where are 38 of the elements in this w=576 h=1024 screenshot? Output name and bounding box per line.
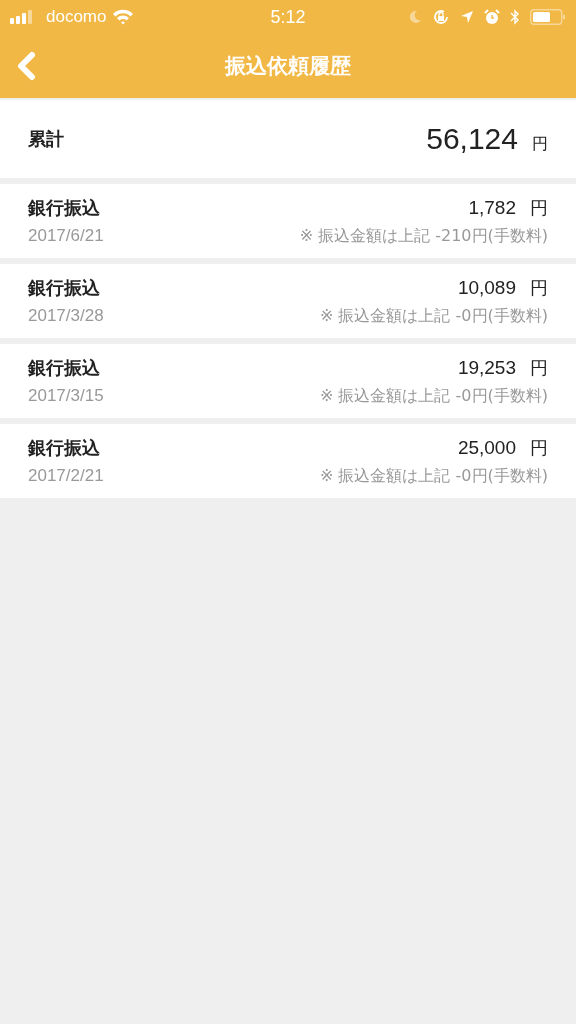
rotation-lock-icon [432,8,450,26]
total-label: 累計 [28,127,64,151]
transfer-type: 銀行振込 [28,435,100,460]
wifi-icon [112,9,135,25]
total-amount: 56,124 [426,122,518,156]
transfer-date: 2017/3/15 [28,386,104,406]
transfer-type: 銀行振込 [28,195,100,220]
back-chevron-icon[interactable] [15,51,37,81]
screen-title: 振込依頼履歴 [225,53,351,80]
battery-icon [530,9,566,25]
transfer-amount: 10,089 [457,276,516,299]
transfer-type: 銀行振込 [28,355,100,380]
fee-note: ※ 振込金額は上記 -0円(手数料) [320,465,548,487]
fee-note: ※ 振込金額は上記 -0円(手数料) [320,385,548,407]
transfer-row[interactable]: 銀行振込 1,782 円 2017/6/21 ※ 振込金額は上記 -210円(手数料) [0,184,576,258]
currency-unit: 円 [530,435,548,460]
currency-unit: 円 [532,134,548,155]
transfer-date: 2017/2/21 [28,466,104,486]
clock-time: 5:12 [270,6,306,28]
currency-unit: 円 [530,355,548,380]
carrier-name: docomo [46,7,107,27]
transfer-row[interactable]: 銀行振込 19,253 円 2017/3/15 ※ 振込金額は上記 -0円(手数料) [0,344,576,418]
transfer-row[interactable]: 銀行振込 25,000 円 2017/2/21 ※ 振込金額は上記 -0円(手数料) [0,424,576,498]
moon-icon [408,10,422,24]
transfer-amount: 25,000 [457,436,516,459]
transfer-date: 2017/6/21 [28,226,104,246]
alarm-clock-icon [484,9,500,25]
fee-note: ※ 振込金額は上記 -210円(手数料) [299,225,548,247]
location-arrow-icon [460,10,474,24]
fee-note: ※ 振込金額は上記 -0円(手数料) [320,305,548,327]
transfer-amount: 1,782 [468,196,516,219]
currency-unit: 円 [530,275,548,300]
transfer-amount: 19,253 [457,356,516,379]
transfer-type: 銀行振込 [28,275,100,300]
currency-unit: 円 [530,195,548,220]
transfer-date: 2017/3/28 [28,306,104,326]
bluetooth-icon [510,9,520,25]
transfer-row[interactable]: 銀行振込 10,089 円 2017/3/28 ※ 振込金額は上記 -0円(手数料) [0,264,576,338]
